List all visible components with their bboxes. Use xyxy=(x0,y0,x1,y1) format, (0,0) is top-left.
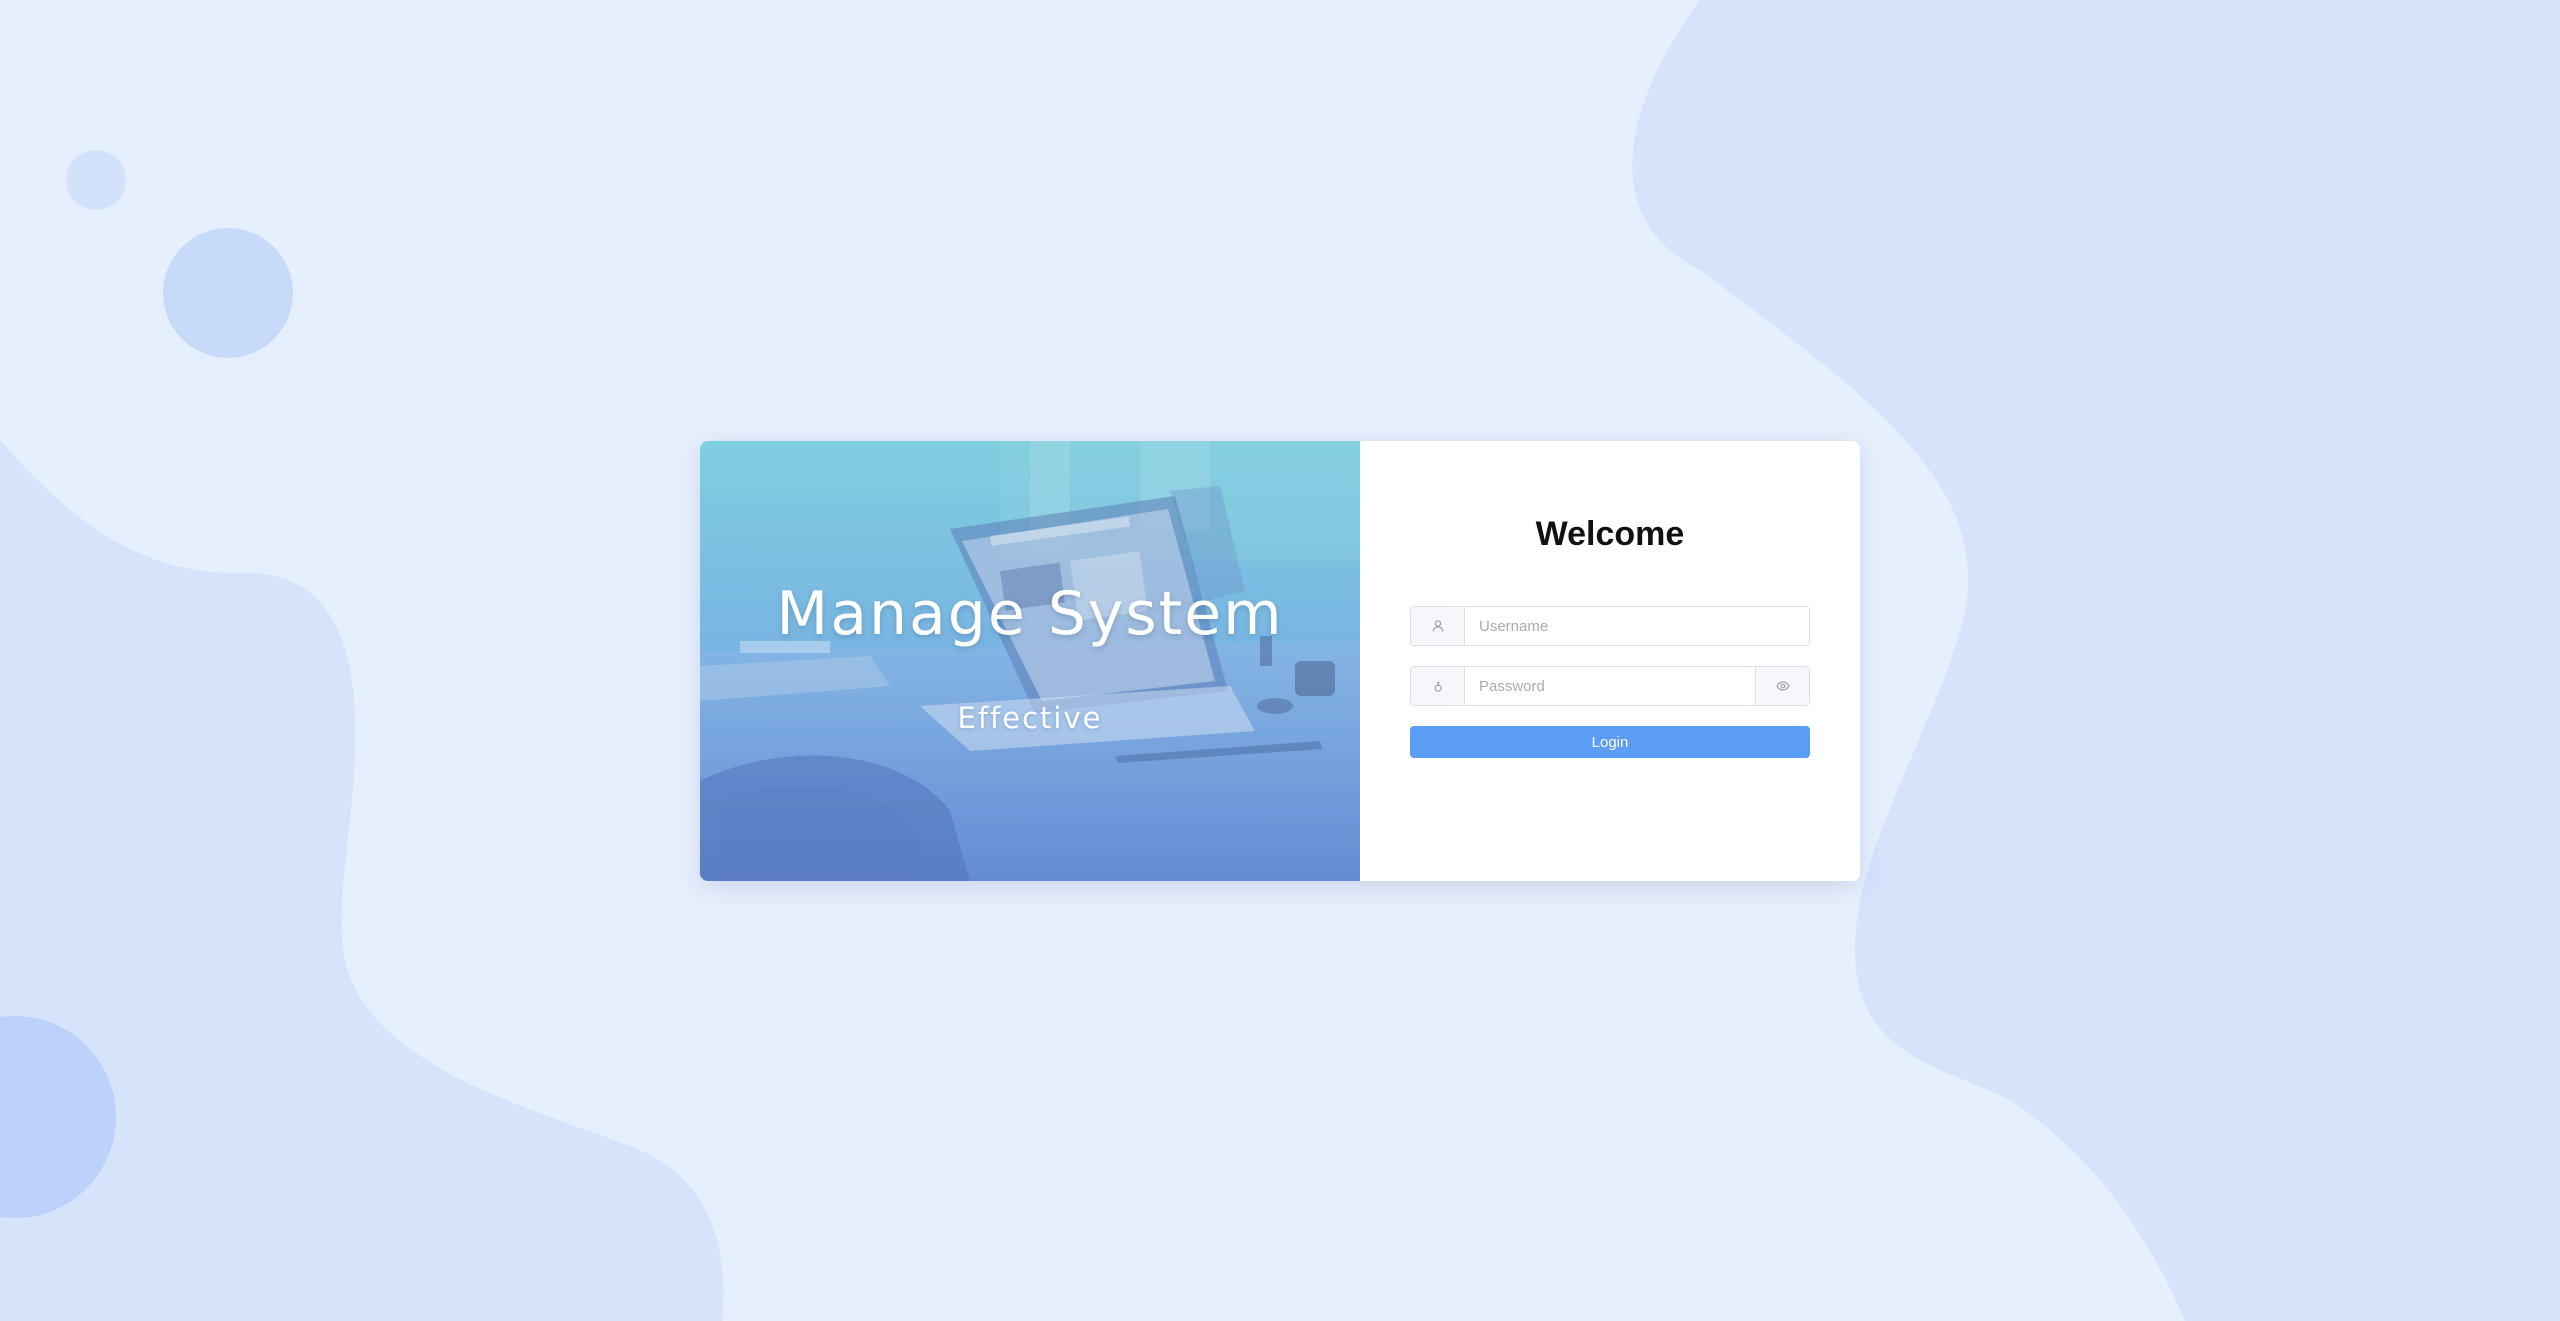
eye-icon[interactable] xyxy=(1755,667,1809,705)
lock-icon xyxy=(1411,667,1465,705)
user-icon xyxy=(1411,607,1465,645)
hero-title: Manage System xyxy=(776,579,1284,649)
hero-subtitle: Effective xyxy=(957,701,1103,735)
login-button[interactable]: Login xyxy=(1410,726,1810,758)
background-circle-medium xyxy=(163,228,293,358)
background-circle-small xyxy=(66,150,126,210)
username-field xyxy=(1410,606,1810,646)
login-panel: Welcome Username Login xyxy=(1360,441,1860,881)
hero-banner: Manage System Effective xyxy=(700,441,1360,881)
office-desk-illustration xyxy=(700,441,1360,881)
username-input[interactable] xyxy=(1465,607,1809,645)
password-input[interactable] xyxy=(1465,667,1755,705)
welcome-heading: Welcome xyxy=(1535,515,1685,553)
password-field xyxy=(1410,666,1810,706)
login-card: Manage System Effective Welcome Username… xyxy=(700,441,1860,881)
